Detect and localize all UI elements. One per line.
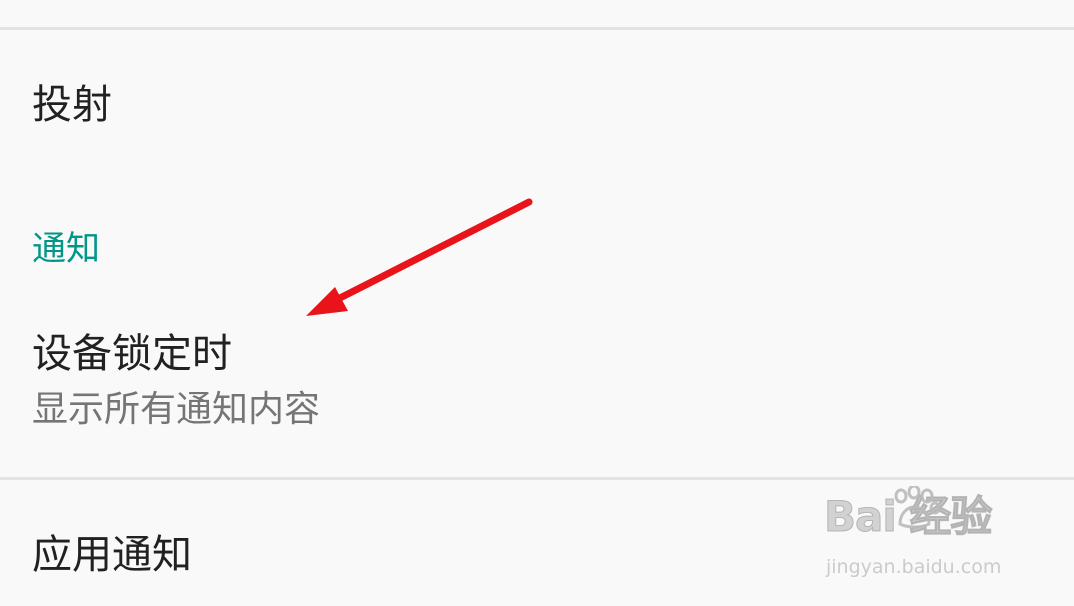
lock-screen-setting-title: 设备锁定时 — [32, 331, 232, 377]
cast-setting-row[interactable]: 投射 — [0, 30, 1074, 176]
lock-screen-setting-summary: 显示所有通知内容 — [32, 389, 321, 430]
lock-screen-notifications-row[interactable]: 设备锁定时 显示所有通知内容 — [0, 300, 1074, 476]
notifications-section-header: 通知 — [32, 229, 100, 269]
app-notifications-title: 应用通知 — [32, 532, 192, 578]
cast-setting-title: 投射 — [32, 82, 112, 128]
app-notifications-row[interactable]: 应用通知 — [0, 480, 1074, 606]
